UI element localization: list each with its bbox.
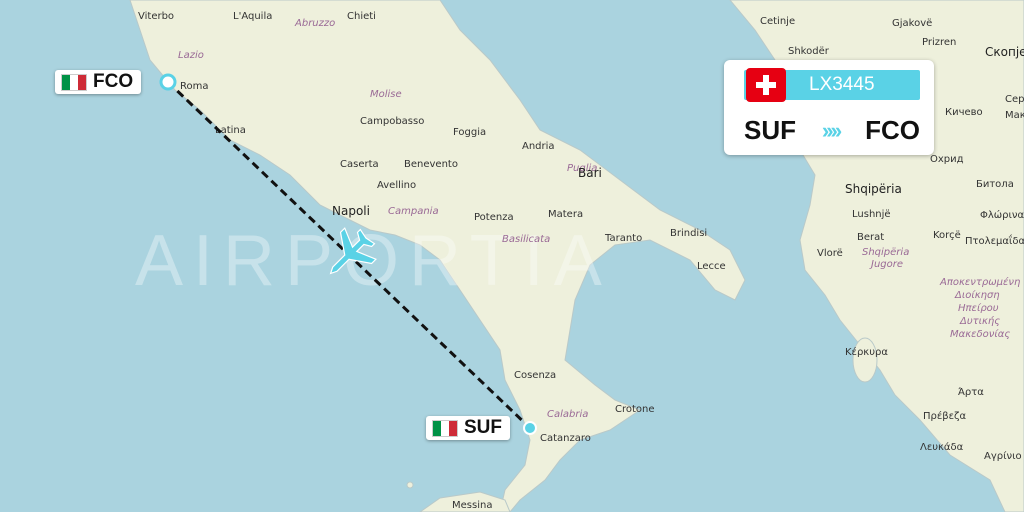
- place-shkoder: Shkodër: [788, 46, 830, 57]
- region-label-calabria: Calabria: [547, 409, 588, 420]
- place-laquila: L'Aquila: [233, 11, 272, 22]
- place-kerkyra: Κέρκυρα: [845, 346, 888, 358]
- place-mak: Маке: [1005, 110, 1024, 121]
- region-label-jugore: Jugore: [869, 259, 903, 270]
- place-kicevo: Кичево: [945, 107, 983, 118]
- place-roma: Roma: [180, 81, 209, 92]
- place-agrinio: Αγρίνιο: [984, 450, 1022, 462]
- region-label-basilicata: Basilicata: [502, 234, 550, 245]
- place-benevento: Benevento: [404, 159, 458, 170]
- place-catanzaro: Catanzaro: [540, 433, 591, 444]
- origin-airport-tag[interactable]: FCO: [55, 70, 142, 94]
- country-label-albania: Shqipëria: [845, 182, 902, 196]
- place-bari: Bari: [578, 166, 602, 180]
- region-label-abruzzo: Abruzzo: [294, 18, 335, 29]
- place-lefkada: Λευκάδα: [920, 441, 964, 453]
- place-gjakove: Gjakovë: [892, 18, 932, 29]
- place-brindisi: Brindisi: [670, 228, 707, 239]
- region-label-campania: Campania: [388, 206, 439, 217]
- place-andria: Andria: [522, 141, 555, 152]
- place-skopje: Скопје: [985, 45, 1024, 59]
- route-arrows-icon: ››››: [821, 117, 842, 143]
- place-messina: Messina: [452, 500, 492, 511]
- origin-airport-code: FCO: [93, 71, 134, 92]
- place-lecce: Lecce: [697, 261, 726, 272]
- region-label-molise: Molise: [370, 89, 402, 100]
- flight-info-card[interactable]: LX3445 SUF ›››› FCO: [724, 60, 934, 155]
- destination-airport-code: SUF: [464, 417, 502, 438]
- place-foggia: Foggia: [453, 127, 486, 138]
- region-label-epirus-4: Δυτικής: [959, 315, 1000, 327]
- place-preveza: Πρέβεζα: [923, 410, 966, 422]
- place-taranto: Taranto: [604, 233, 642, 244]
- region-label-epirus-2: Διοίκηση: [954, 289, 1000, 301]
- italy-flag-icon: [61, 73, 87, 91]
- route-to-code: FCO: [865, 115, 920, 145]
- destination-airport-tag[interactable]: SUF: [426, 416, 510, 440]
- place-arta: Άρτα: [958, 386, 984, 398]
- place-campobasso: Campobasso: [360, 116, 424, 127]
- place-cetinje: Cetinje: [760, 16, 795, 27]
- place-berat: Berat: [857, 232, 884, 243]
- place-viterbo: Viterbo: [138, 11, 174, 22]
- place-cosenza: Cosenza: [514, 370, 556, 381]
- italy-flag-icon: [432, 419, 458, 437]
- island: [406, 481, 414, 489]
- place-prizren: Prizren: [922, 37, 956, 48]
- corfu-island: [852, 337, 878, 383]
- route-summary: SUF ›››› FCO: [744, 115, 920, 146]
- place-crotone: Crotone: [615, 404, 655, 415]
- place-napoli: Napoli: [332, 204, 370, 218]
- region-label-epirus-1: Αποκεντρωμένη: [939, 276, 1020, 288]
- route-from-code: SUF: [744, 115, 796, 145]
- region-label-epirus-3: Ηπείρου: [958, 302, 999, 314]
- destination-airport-marker[interactable]: [523, 421, 537, 435]
- region-label-shqiperia: Shqipëria: [862, 247, 909, 258]
- place-ptolemaida: Πτολεμαΐδα: [965, 233, 1024, 247]
- flight-number: LX3445: [809, 74, 875, 95]
- swiss-flag-icon: [746, 68, 786, 102]
- origin-airport-marker[interactable]: [159, 73, 177, 91]
- region-label-epirus-5: Μακεδονίας: [950, 328, 1010, 340]
- place-potenza: Potenza: [474, 212, 514, 223]
- place-vlore: Vlorë: [817, 248, 843, 259]
- place-bitola: Битола: [976, 179, 1014, 190]
- place-avellino: Avellino: [377, 180, 416, 191]
- place-caserta: Caserta: [340, 159, 379, 170]
- place-matera: Matera: [548, 209, 583, 220]
- place-florina: Φλώρινα: [980, 209, 1024, 221]
- place-ser: Серб: [1005, 94, 1024, 105]
- region-label-lazio: Lazio: [178, 50, 204, 61]
- place-korce: Korçë: [933, 230, 961, 241]
- place-lushnje: Lushnjë: [852, 209, 891, 220]
- place-ohrid: Охрид: [930, 154, 964, 165]
- place-chieti: Chieti: [347, 11, 376, 22]
